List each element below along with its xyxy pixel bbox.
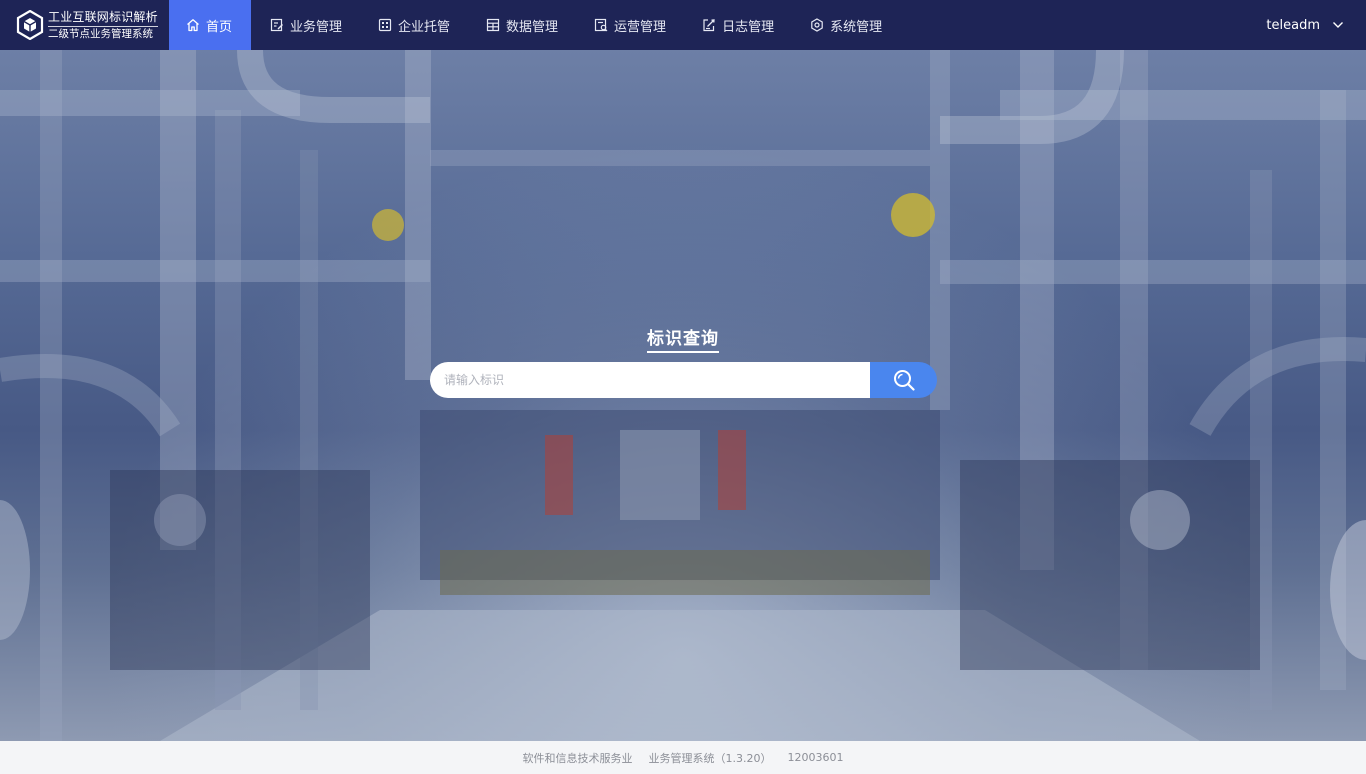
nav-item-operations[interactable]: 运营管理	[594, 0, 666, 50]
log-edit-icon	[703, 19, 715, 32]
brand-title: 工业互联网标识解析	[48, 9, 158, 24]
search-icon	[893, 370, 915, 391]
nav-item-enterprise-hosting[interactable]: 企业托管	[378, 0, 450, 50]
hexagon-cube-logo-icon	[16, 10, 44, 40]
main-nav: 首页 业务管理 企业托管 数据管理 运营管理 日志管理 系统管理	[169, 0, 882, 50]
settings-icon	[811, 18, 823, 32]
user-menu[interactable]: teleadm	[1266, 0, 1344, 50]
search-title: 标识查询	[0, 324, 1366, 353]
footer-industry: 软件和信息技术服务业	[522, 751, 633, 765]
brand[interactable]: 工业互联网标识解析 二级节点业务管理系统	[0, 0, 169, 50]
nav-item-label: 业务管理	[290, 19, 343, 35]
chevron-down-icon	[1333, 22, 1343, 28]
brand-text: 工业互联网标识解析 二级节点业务管理系统	[48, 10, 158, 41]
nav-item-label: 系统管理	[830, 19, 883, 35]
search-box	[430, 362, 937, 398]
search-button[interactable]	[870, 362, 937, 398]
nav-item-home[interactable]: 首页	[169, 0, 251, 50]
nav-item-logs[interactable]: 日志管理	[702, 0, 774, 50]
username: teleadm	[1266, 17, 1320, 33]
search-input[interactable]	[430, 362, 870, 398]
footer: 软件和信息技术服务业 业务管理系统（1.3.20） 12003601	[0, 741, 1366, 774]
hero-background: 标识查询	[0, 50, 1366, 741]
footer-code: 12003601	[787, 751, 844, 764]
building-icon	[378, 18, 392, 32]
nav-item-business[interactable]: 业务管理	[270, 0, 342, 50]
report-icon	[594, 18, 608, 32]
nav-item-label: 企业托管	[398, 19, 451, 35]
brand-subtitle: 二级节点业务管理系统	[48, 27, 153, 40]
search-title-text: 标识查询	[647, 324, 719, 353]
nav-item-label: 首页	[206, 19, 233, 35]
brand-divider	[48, 25, 158, 27]
nav-item-label: 日志管理	[722, 19, 775, 35]
nav-item-label: 数据管理	[506, 19, 559, 35]
nav-item-label: 运营管理	[614, 19, 667, 35]
edit-doc-icon	[270, 18, 283, 32]
home-icon	[187, 19, 199, 32]
nav-item-system[interactable]: 系统管理	[810, 0, 882, 50]
footer-version: 业务管理系统（1.3.20）	[648, 751, 772, 765]
top-navigation-bar: 工业互联网标识解析 二级节点业务管理系统 首页 业务管理 企业托管 数据管理 运…	[0, 0, 1366, 50]
nav-item-data[interactable]: 数据管理	[486, 0, 558, 50]
database-icon	[486, 18, 500, 32]
